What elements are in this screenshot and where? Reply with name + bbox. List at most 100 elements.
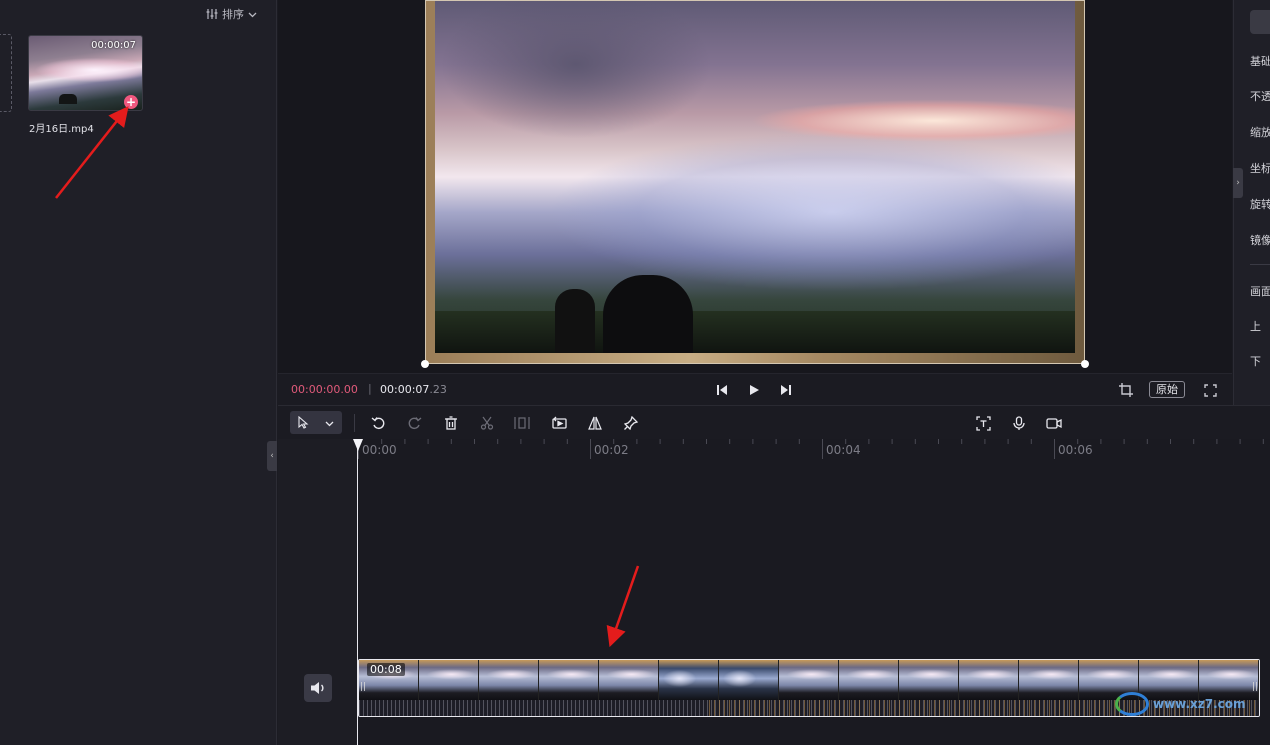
watermark-text: www.xz7.com [1153,697,1246,711]
thumbnail-silhouette [59,94,77,104]
total-duration-main: 00:00:07 [380,383,430,396]
playhead-handle[interactable] [353,439,363,451]
watermark-logo-icon [1115,692,1149,716]
chevron-down-icon [248,10,257,19]
resize-handle-bottom-left[interactable] [421,360,429,368]
redo-button[interactable] [406,414,424,432]
clip-frame [959,660,1019,701]
mirror-button[interactable] [586,414,604,432]
preview-area [278,0,1232,373]
prop-canvas: 画面 [1250,285,1270,298]
media-clip-filename: 2月16日.mp4 [29,124,94,135]
preview-crowd [435,311,1075,353]
scissors-icon [480,416,494,430]
track-mute-button[interactable] [304,674,332,702]
crop-icon [1119,383,1133,397]
video-editor-window: 排序 00:00:07 + 2月16日.mp4 00:00:00.00 | 00… [0,0,1270,745]
camera-icon [1046,417,1062,429]
prop-bottom: 下 [1250,355,1261,368]
properties-collapse-toggle[interactable]: › [1233,168,1243,198]
media-clip-duration: 00:00:07 [91,40,136,51]
preview-video-frame[interactable] [425,0,1085,364]
pin-icon [624,416,638,430]
clip-trim-handle-left[interactable]: || [360,682,366,692]
current-timecode: 00:00:00.00 [291,383,358,396]
timeline-ruler[interactable] [358,439,1270,461]
previous-frame-button[interactable] [714,382,730,398]
resize-handle-bottom-right[interactable] [1081,360,1089,368]
crop-button[interactable] [1118,382,1134,398]
prop-position: 坐标 [1250,162,1270,175]
clip-frame [599,660,659,701]
sort-button[interactable]: 排序 [206,6,257,22]
fullscreen-icon [1203,383,1217,397]
preview-head-silhouette [603,275,693,353]
clip-frame [1019,660,1079,701]
prop-rotation: 旋转 [1250,198,1270,211]
chevron-down-icon [325,421,334,427]
ruler-tick-label: 00:02 [594,443,629,457]
split-button[interactable] [478,414,496,432]
clip-frame [719,660,779,701]
mirror-icon [588,416,602,430]
freeze-frame-button[interactable] [513,414,531,432]
prop-top: 上 [1250,320,1261,333]
delete-button[interactable] [442,414,460,432]
media-library-panel: 排序 00:00:07 + 2月16日.mp4 [0,0,277,745]
text-recognition-icon [975,415,991,431]
undo-icon [371,417,385,430]
fullscreen-button[interactable] [1202,382,1218,398]
preview-video-content [435,1,1075,353]
original-ratio-button[interactable]: 原始 [1149,381,1185,398]
clip-frame [779,660,839,701]
clip-frame [479,660,539,701]
record-audio-button[interactable] [1010,414,1028,432]
sort-label: 排序 [222,8,244,21]
prop-scale: 缩放 [1250,126,1270,139]
clip-frame [839,660,899,701]
speaker-icon [311,682,324,694]
trash-icon [445,416,457,430]
media-panel-collapse-toggle[interactable]: ‹ [267,441,277,471]
import-media-dropzone[interactable] [0,34,12,112]
prop-basic[interactable]: 基础 [1250,53,1270,69]
prop-mirror: 镜像 [1250,234,1270,247]
timeline-toolbar [278,405,1270,439]
redo-icon [408,417,422,430]
clip-frame [419,660,479,701]
text-recognition-button[interactable] [974,414,992,432]
pin-button[interactable] [622,414,640,432]
toolbar-divider [354,414,355,432]
reverse-button[interactable] [550,414,568,432]
properties-panel: 基础 不透 缩放 坐标 旋转 镜像 画面 上 下 [1233,0,1270,405]
clip-frame [659,660,719,701]
skip-forward-icon [781,385,791,395]
sort-icon [206,8,218,20]
ruler-tick-label: 00:04 [826,443,861,457]
play-button[interactable] [746,382,762,398]
microphone-icon [1013,415,1025,430]
clip-frame [899,660,959,701]
add-to-timeline-icon[interactable]: + [124,95,138,109]
record-video-button[interactable] [1045,414,1063,432]
preview-person-silhouette [555,289,595,353]
select-tool-button[interactable] [290,411,342,434]
ruler-tick-label: 00:06 [1058,443,1093,457]
properties-tab-button[interactable] [1250,10,1270,34]
play-icon [750,385,759,395]
undo-button[interactable] [369,414,387,432]
cursor-icon [298,416,309,429]
freeze-frame-icon [514,417,530,429]
next-frame-button[interactable] [778,382,794,398]
props-divider [1250,264,1270,265]
total-duration: 00:00:07.23 [380,383,447,396]
clip-duration-label: 00:08 [367,663,405,676]
site-watermark: www.xz7.com [1115,690,1260,718]
timecode-separator: | [368,382,372,395]
total-duration-ms: .23 [429,383,447,396]
clip-frame [539,660,599,701]
prop-opacity: 不透 [1250,90,1270,103]
skip-back-icon [717,385,727,395]
playback-bar: 00:00:00.00 | 00:00:07.23 原始 [278,373,1232,405]
ruler-tick-label: 00:00 [362,443,397,457]
